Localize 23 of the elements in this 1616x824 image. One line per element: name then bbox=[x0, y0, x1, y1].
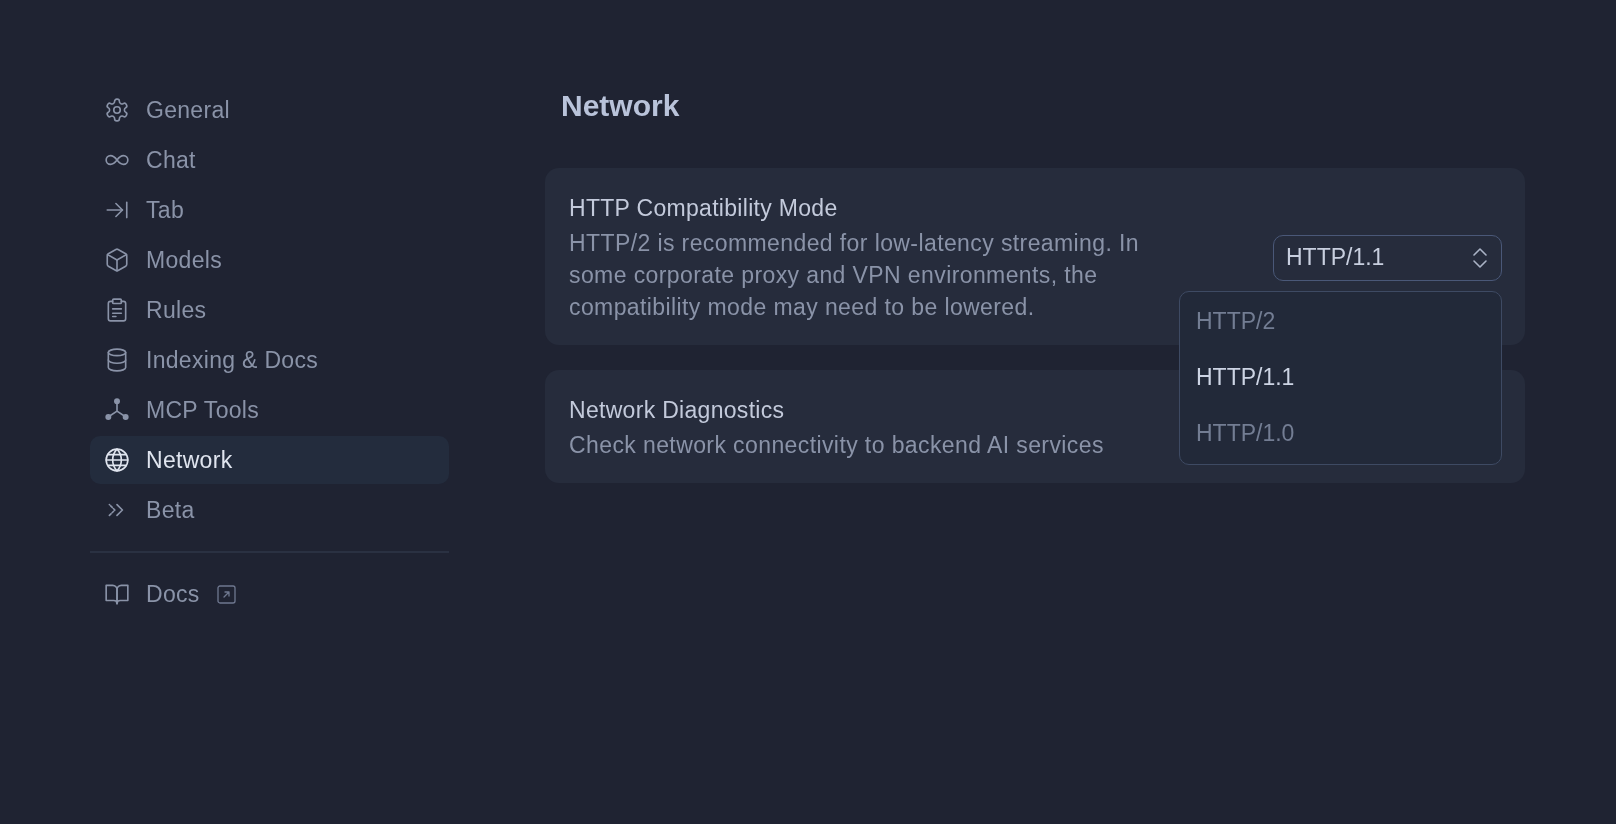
node-graph-icon bbox=[104, 397, 130, 423]
page-title: Network bbox=[560, 88, 681, 124]
sidebar-item[interactable]: General bbox=[90, 86, 449, 134]
setting-title: Network Diagnostics bbox=[569, 396, 786, 425]
sidebar-item[interactable]: Chat bbox=[90, 136, 449, 184]
dropdown-option[interactable]: HTTP/1.1 bbox=[1180, 349, 1501, 406]
sidebar-item[interactable]: Tab bbox=[90, 186, 449, 234]
setting-description: Check network connectivity to backend AI services bbox=[569, 431, 1104, 460]
sidebar-item[interactable]: Indexing & Docs bbox=[90, 336, 449, 384]
sidebar-item[interactable]: Network bbox=[90, 436, 449, 484]
sidebar-item[interactable]: Rules bbox=[90, 286, 449, 334]
setting-title: HTTP Compatibility Mode bbox=[569, 194, 839, 223]
gear-icon bbox=[104, 97, 130, 123]
dropdown-option[interactable]: HTTP/1.0 bbox=[1180, 405, 1501, 462]
cube-icon bbox=[104, 247, 130, 273]
sidebar-item[interactable]: Beta bbox=[90, 486, 449, 534]
protocol-select[interactable]: HTTP/1.1 bbox=[1273, 234, 1502, 281]
sidebar-item[interactable]: MCP Tools bbox=[90, 386, 449, 434]
globe-icon bbox=[104, 447, 130, 473]
dropdown-option[interactable]: HTTP/2 bbox=[1180, 293, 1501, 350]
setting-description: HTTP/2 is recommended for low-latency streaming. In some corporate proxy and VPN environments, the compatibility mode may need to be lowered. bbox=[569, 229, 1141, 322]
docs-link[interactable]: Docs bbox=[90, 570, 449, 618]
sidebar-item[interactable]: Models bbox=[90, 236, 449, 284]
